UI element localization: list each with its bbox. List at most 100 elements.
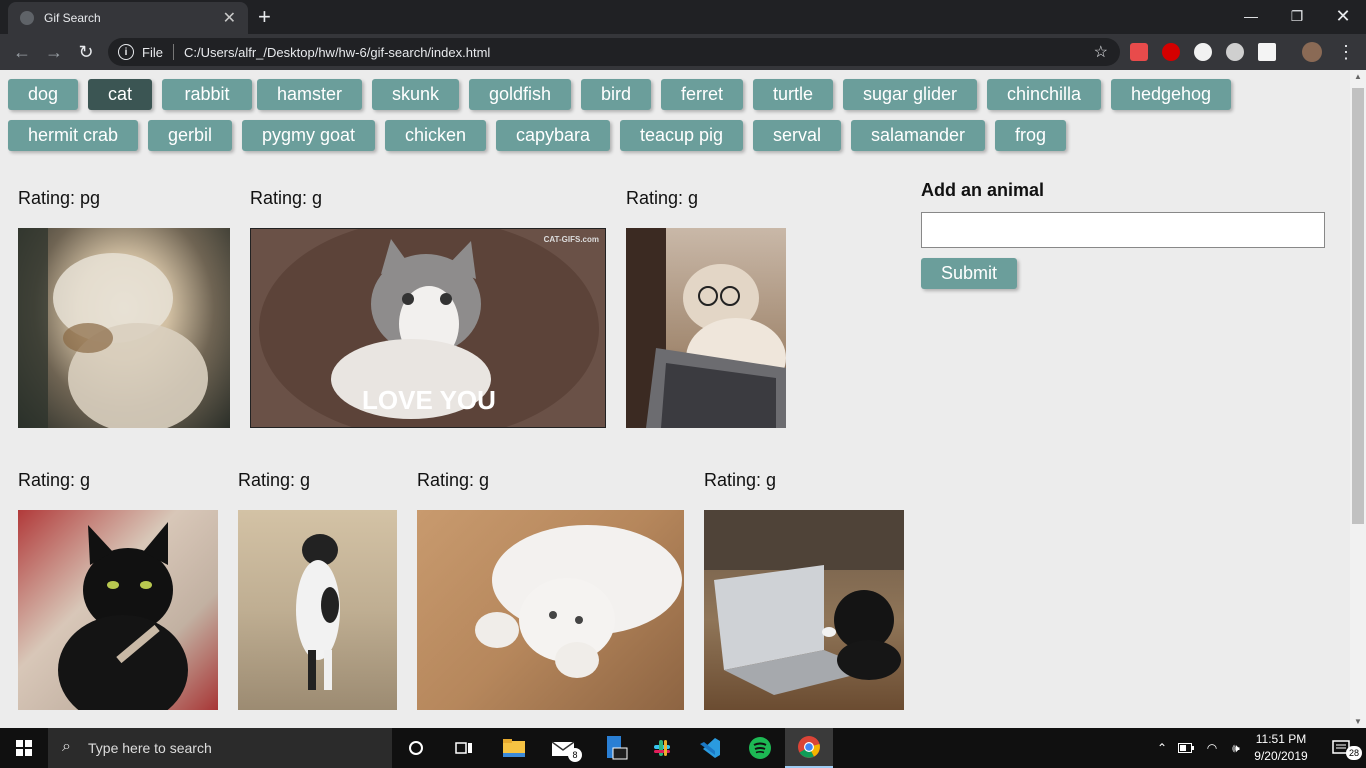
windows-start-icon[interactable] bbox=[0, 728, 48, 768]
gif-image-art bbox=[626, 228, 786, 428]
animal-button-turtle[interactable]: turtle bbox=[753, 79, 833, 110]
extension-icon[interactable] bbox=[1258, 43, 1276, 61]
taskbar-search[interactable]: ⌕ Type here to search bbox=[48, 728, 392, 768]
submit-button[interactable]: Submit bbox=[921, 258, 1017, 289]
calendar-app-icon[interactable] bbox=[592, 728, 640, 768]
gif-caption: LOVE YOU bbox=[362, 385, 496, 415]
gif-image-art bbox=[475, 525, 682, 678]
gif-rating: Rating: g bbox=[238, 470, 311, 490]
scroll-down-icon[interactable]: ▼ bbox=[1354, 717, 1362, 726]
search-placeholder: Type here to search bbox=[88, 740, 212, 756]
minimize-icon[interactable]: — bbox=[1228, 0, 1274, 32]
gif-image[interactable] bbox=[18, 228, 230, 428]
animal-button-bird[interactable]: bird bbox=[581, 79, 651, 110]
wifi-icon[interactable]: ◠ bbox=[1200, 728, 1224, 768]
animal-button-frog[interactable]: frog bbox=[995, 120, 1066, 151]
gif-rating: Rating: pg bbox=[18, 188, 101, 208]
gif-image[interactable] bbox=[626, 228, 786, 428]
chevron-up-icon[interactable]: ⌃ bbox=[1150, 728, 1174, 768]
animal-button-sugar-glider[interactable]: sugar glider bbox=[843, 79, 977, 110]
notifications-icon[interactable]: 28 bbox=[1318, 728, 1366, 768]
animal-button-goldfish[interactable]: goldfish bbox=[469, 79, 571, 110]
address-bar[interactable]: i File C:/Users/alfr_/Desktop/hw/hw-6/gi… bbox=[108, 38, 1120, 66]
animal-button-salamander[interactable]: salamander bbox=[851, 120, 985, 151]
mail-badge: 8 bbox=[568, 748, 582, 762]
browser-tab[interactable]: Gif Search ✕ bbox=[8, 2, 248, 34]
back-arrow-icon[interactable]: ← bbox=[10, 40, 34, 64]
animal-button-ferret[interactable]: ferret bbox=[661, 79, 743, 110]
divider bbox=[172, 44, 174, 60]
extension-icon[interactable] bbox=[1194, 43, 1212, 61]
taskbar: ⌕ Type here to search 8 ⌃ ◠ 🕪 11:51 PM 9… bbox=[0, 728, 1366, 768]
extension-icon[interactable] bbox=[1130, 43, 1148, 61]
gif-image-art bbox=[58, 522, 188, 710]
clock-date: 9/20/2019 bbox=[1254, 749, 1308, 763]
animal-button-capybara[interactable]: capybara bbox=[496, 120, 610, 151]
browser-toolbar: ← → ↻ i File C:/Users/alfr_/Desktop/hw/h… bbox=[0, 34, 1366, 70]
animal-button-gerbil[interactable]: gerbil bbox=[148, 120, 232, 151]
scroll-up-icon[interactable]: ▲ bbox=[1354, 72, 1362, 81]
menu-icon[interactable]: ⋮ bbox=[1334, 40, 1358, 64]
animal-button-chinchilla[interactable]: chinchilla bbox=[987, 79, 1101, 110]
forward-arrow-icon[interactable]: → bbox=[42, 40, 66, 64]
url-text[interactable]: C:/Users/alfr_/Desktop/hw/hw-6/gif-searc… bbox=[184, 45, 490, 60]
url-scheme: File bbox=[142, 44, 163, 60]
tab-strip: Gif Search ✕ + — ❐ ✕ bbox=[0, 0, 1366, 34]
animal-button-skunk[interactable]: skunk bbox=[372, 79, 459, 110]
gif-rating: Rating: g bbox=[18, 470, 91, 490]
gif-image[interactable]: CAT-GIFS.com LOVE YOU bbox=[250, 228, 606, 428]
animal-button-pygmy-goat[interactable]: pygmy goat bbox=[242, 120, 375, 151]
chrome-icon[interactable] bbox=[785, 728, 833, 768]
search-icon: ⌕ bbox=[62, 738, 71, 755]
scrollbar-thumb[interactable] bbox=[1352, 88, 1364, 524]
animal-button-hedgehog[interactable]: hedgehog bbox=[1111, 79, 1231, 110]
gif-image[interactable] bbox=[238, 510, 397, 710]
gear-icon[interactable] bbox=[1226, 43, 1244, 61]
page-scrollbar[interactable]: ▲ ▼ bbox=[1350, 70, 1366, 728]
task-view-icon[interactable] bbox=[440, 728, 488, 768]
reload-icon[interactable]: ↻ bbox=[74, 40, 98, 64]
avatar[interactable] bbox=[1302, 42, 1322, 62]
notification-count: 28 bbox=[1346, 746, 1362, 760]
new-tab-button[interactable]: + bbox=[258, 4, 271, 30]
gif-rating: Rating: g bbox=[626, 188, 699, 208]
animal-button-cat[interactable]: cat bbox=[88, 79, 152, 110]
gif-image[interactable] bbox=[704, 510, 904, 710]
gif-rating: Rating: g bbox=[250, 188, 323, 208]
animal-button-serval[interactable]: serval bbox=[753, 120, 841, 151]
slack-icon[interactable] bbox=[638, 728, 686, 768]
page-content: dog cat rabbit hamster skunk goldfish bird ferr… bbox=[0, 70, 1350, 728]
animal-button-chicken[interactable]: chicken bbox=[385, 120, 486, 151]
animal-button-teacup-pig[interactable]: teacup pig bbox=[620, 120, 743, 151]
animal-button-dog[interactable]: dog bbox=[8, 79, 78, 110]
spotify-icon[interactable] bbox=[736, 728, 784, 768]
gif-image-art bbox=[296, 534, 340, 690]
gif-rating: Rating: g bbox=[417, 470, 490, 490]
animal-button-rabbit[interactable]: rabbit bbox=[162, 79, 252, 110]
file-explorer-icon[interactable] bbox=[490, 728, 538, 768]
taskbar-clock[interactable]: 11:51 PM 9/20/2019 bbox=[1244, 731, 1318, 765]
close-window-icon[interactable]: ✕ bbox=[1320, 0, 1366, 32]
gif-image-art bbox=[704, 510, 904, 695]
gif-image-art bbox=[18, 228, 208, 428]
gif-image[interactable] bbox=[18, 510, 218, 710]
gif-image[interactable] bbox=[417, 510, 684, 710]
info-icon[interactable]: i bbox=[118, 44, 134, 60]
add-animal-title: Add an animal bbox=[921, 180, 1045, 200]
restore-icon[interactable]: ❐ bbox=[1274, 0, 1320, 32]
battery-icon[interactable] bbox=[1174, 728, 1198, 768]
cortana-icon[interactable] bbox=[392, 728, 440, 768]
animal-input[interactable] bbox=[921, 212, 1325, 248]
mail-icon[interactable]: 8 bbox=[540, 728, 588, 768]
clock-time: 11:51 PM bbox=[1255, 732, 1307, 746]
tab-title: Gif Search bbox=[44, 11, 101, 25]
vscode-icon[interactable] bbox=[686, 728, 734, 768]
animal-button-hermit-crab[interactable]: hermit crab bbox=[8, 120, 138, 151]
close-tab-icon[interactable]: ✕ bbox=[223, 8, 236, 28]
bookmark-star-icon[interactable]: ☆ bbox=[1094, 42, 1108, 62]
gif-watermark: CAT-GIFS.com bbox=[543, 235, 599, 244]
gif-rating: Rating: g bbox=[704, 470, 777, 490]
globe-icon bbox=[20, 11, 34, 25]
adblock-icon[interactable] bbox=[1162, 43, 1180, 61]
animal-button-hamster[interactable]: hamster bbox=[257, 79, 362, 110]
